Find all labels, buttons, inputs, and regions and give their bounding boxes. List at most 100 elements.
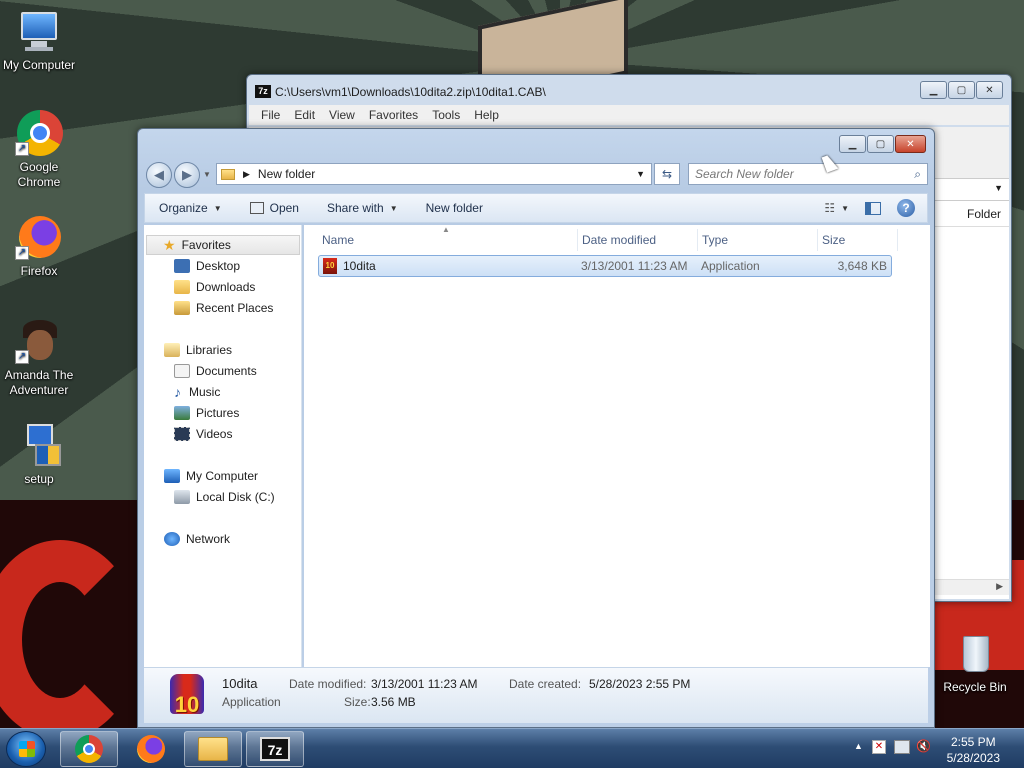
maximize-button[interactable]: ▢ <box>948 81 975 99</box>
menu-bar: File Edit View Favorites Tools Help <box>249 105 1009 125</box>
system-tray: ▲ ✕ 🔇 2:55 PM 5/28/2023 <box>834 729 1024 768</box>
action-center-icon[interactable]: ✕ <box>872 740 886 754</box>
desktop-icon-firefox[interactable]: ↗ Firefox <box>1 214 77 279</box>
windows-logo-icon <box>19 741 35 757</box>
column-type[interactable]: Type <box>698 229 818 251</box>
volume-muted-icon[interactable]: 🔇 <box>916 739 931 753</box>
caption-buttons: ▁ ▢ ✕ <box>920 81 1003 99</box>
desktop-icon-recycle-bin[interactable]: Recycle Bin <box>937 630 1013 695</box>
desktop-icon-my-computer[interactable]: My Computer <box>1 8 77 73</box>
close-button[interactable]: ✕ <box>976 81 1003 99</box>
close-button[interactable]: ✕ <box>895 135 926 153</box>
breadcrumb-current[interactable]: New folder <box>258 167 315 181</box>
computer-icon <box>15 8 63 56</box>
recent-pages-icon[interactable]: ▼ <box>203 170 211 179</box>
menu-favorites[interactable]: Favorites <box>369 108 418 122</box>
desktop-icon-setup[interactable]: setup <box>1 422 77 487</box>
desktop-icon-label: Google Chrome <box>17 160 61 189</box>
file-name: 10dita <box>343 259 376 273</box>
libraries-icon <box>164 343 180 357</box>
address-field[interactable]: ▶ New folder ▼ <box>216 163 652 185</box>
nav-music[interactable]: ♪ Music <box>144 382 301 402</box>
maximize-button[interactable]: ▢ <box>867 135 894 153</box>
new-folder-label: New folder <box>425 201 483 215</box>
details-name: 10dita <box>222 676 258 691</box>
menu-view[interactable]: View <box>329 108 355 122</box>
organize-button[interactable]: Organize ▼ <box>145 194 236 222</box>
show-hidden-icons-icon[interactable]: ▲ <box>854 741 863 751</box>
preview-pane-button[interactable] <box>857 194 889 222</box>
icon-text: 10 <box>174 692 200 717</box>
minimize-button[interactable]: ▁ <box>839 135 866 153</box>
nav-my-computer[interactable]: My Computer <box>144 466 301 486</box>
minimize-button[interactable]: ▁ <box>920 81 947 99</box>
downloads-icon <box>174 280 190 294</box>
details-date-modified-label: Date modified: <box>289 677 367 691</box>
music-icon: ♪ <box>174 384 181 400</box>
chevron-down-icon: ▼ <box>389 203 398 213</box>
open-button[interactable]: Open <box>236 194 313 222</box>
details-date-modified: 3/13/2001 11:23 AM <box>371 677 478 691</box>
column-label: Type <box>702 233 729 247</box>
network-icon <box>164 532 180 546</box>
nav-documents[interactable]: Documents <box>144 361 301 381</box>
search-input[interactable]: Search New folder ⌕ <box>688 163 928 185</box>
desktop-icon-label: Recycle Bin <box>943 680 1007 694</box>
nav-pictures[interactable]: Pictures <box>144 403 301 423</box>
breadcrumb-chevron-icon[interactable]: ▶ <box>243 169 250 180</box>
nav-recent-places[interactable]: Recent Places <box>144 298 301 318</box>
menu-tools[interactable]: Tools <box>432 108 460 122</box>
firefox-icon: ↗ <box>15 214 63 262</box>
amanda-game-icon: ↗ <box>15 318 63 366</box>
search-icon[interactable]: ⌕ <box>914 167 921 182</box>
nav-label: Pictures <box>196 406 240 420</box>
column-date-modified[interactable]: Date modified <box>578 229 698 251</box>
nav-favorites[interactable]: ★ Favorites <box>146 235 300 255</box>
column-size[interactable]: Size <box>818 229 898 251</box>
explorer-window[interactable]: ▁ ▢ ✕ ◀ ▶ ▼ ▶ New folder ▼ ⇆ Search New … <box>137 128 935 728</box>
caption-buttons: ▁ ▢ ✕ <box>839 135 926 153</box>
table-row[interactable]: 10 10dita 3/13/2001 11:23 AM Application… <box>318 255 892 277</box>
desktop-icon-label: setup <box>24 472 54 486</box>
desktop-icon-amanda[interactable]: ↗ Amanda The Adventurer <box>1 318 77 398</box>
address-dropdown-icon[interactable]: ▼ <box>636 169 645 179</box>
taskbar-explorer[interactable] <box>184 731 242 767</box>
help-button[interactable]: ? <box>889 194 927 222</box>
network-status-icon[interactable] <box>894 740 910 754</box>
nav-local-disk[interactable]: Local Disk (C:) <box>144 487 301 507</box>
file-size: 3,648 KB <box>837 259 887 273</box>
start-button[interactable] <box>6 731 46 767</box>
back-button[interactable]: ◀ <box>146 162 172 188</box>
column-label: Size <box>822 233 846 247</box>
nav-downloads[interactable]: Downloads <box>144 277 301 297</box>
taskbar-firefox[interactable] <box>122 731 180 767</box>
command-bar: Organize ▼ Open Share with ▼ New folder ☷ ▼… <box>144 193 928 223</box>
clock[interactable]: 2:55 PM 5/28/2023 <box>947 734 1000 766</box>
nav-network[interactable]: Network <box>144 529 301 549</box>
menu-help[interactable]: Help <box>474 108 499 122</box>
documents-icon <box>174 364 190 378</box>
menu-edit[interactable]: Edit <box>294 108 315 122</box>
preview-pane-icon <box>865 201 881 215</box>
nav-label: Documents <box>196 364 257 378</box>
application-icon: 10 <box>323 258 337 274</box>
column-name[interactable]: Name <box>318 229 578 251</box>
share-with-button[interactable]: Share with ▼ <box>313 194 412 222</box>
nav-label: Downloads <box>196 280 256 294</box>
new-folder-button[interactable]: New folder <box>412 194 497 222</box>
nav-desktop[interactable]: Desktop <box>144 256 301 276</box>
file-list: ▲ Name Date modified Type Size 10 10dita… <box>304 225 930 667</box>
menu-file[interactable]: File <box>261 108 280 122</box>
forward-button[interactable]: ▶ <box>174 162 200 188</box>
chevron-down-icon[interactable]: ▼ <box>994 183 1003 193</box>
nav-libraries[interactable]: Libraries <box>144 340 301 360</box>
refresh-button[interactable]: ⇆ <box>654 163 680 185</box>
column-folder[interactable]: Folder <box>967 207 1001 221</box>
nav-videos[interactable]: Videos <box>144 424 301 444</box>
taskbar-chrome[interactable] <box>60 731 118 767</box>
taskbar-7zip[interactable]: 7z <box>246 731 304 767</box>
clock-time: 2:55 PM <box>950 735 996 749</box>
change-view-button[interactable]: ☷ ▼ <box>816 194 857 222</box>
scroll-right-icon[interactable]: ▶ <box>996 581 1003 592</box>
desktop-icon-google-chrome[interactable]: ↗ Google Chrome <box>1 110 77 190</box>
